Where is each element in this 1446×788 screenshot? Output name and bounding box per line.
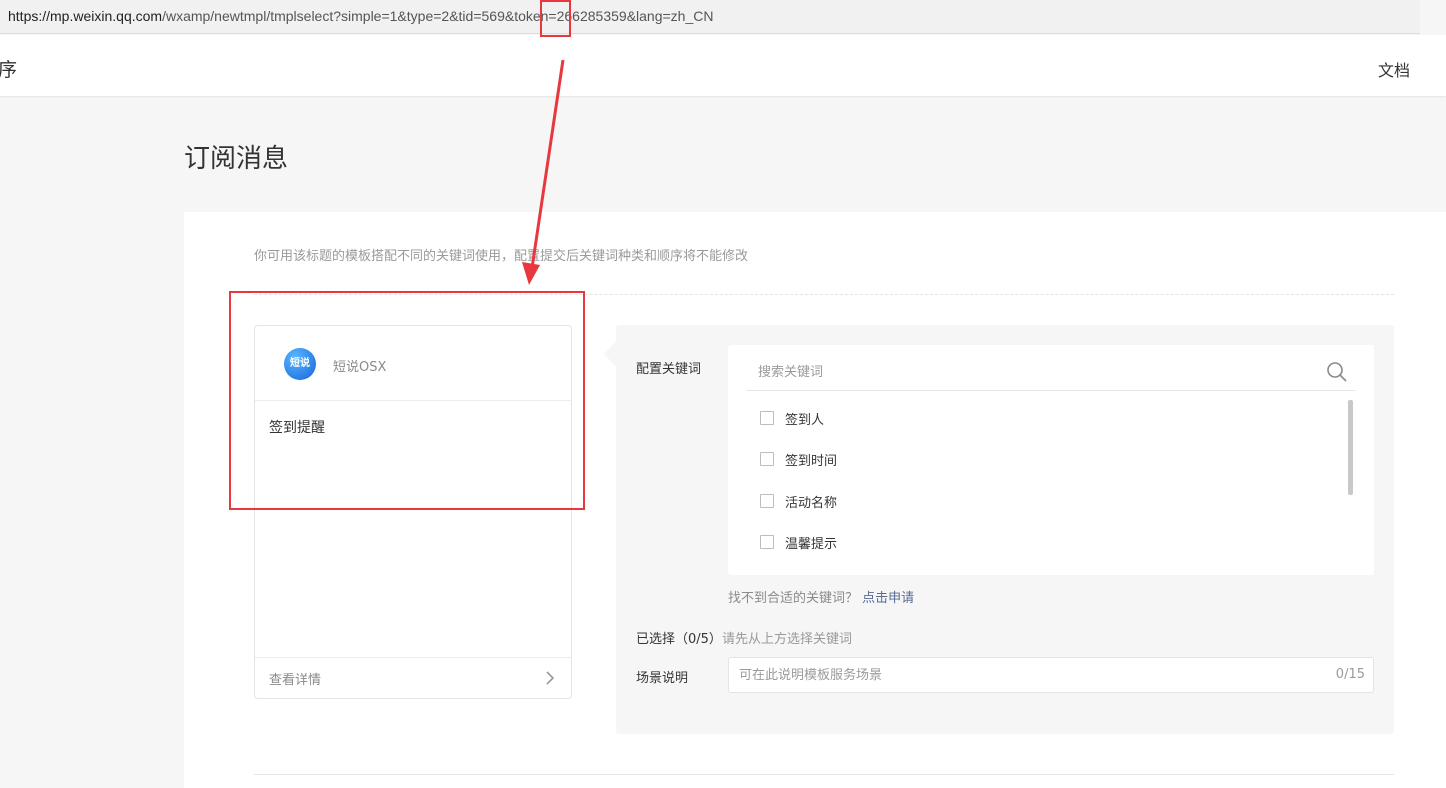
annotation-arrow-icon (522, 59, 565, 285)
